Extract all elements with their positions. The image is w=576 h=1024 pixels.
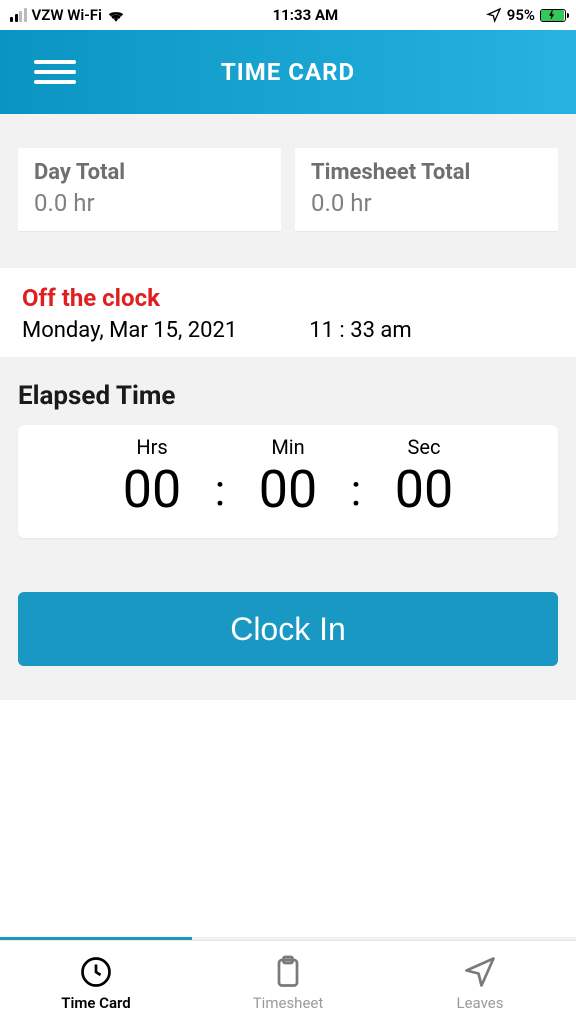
elapsed-timer-card: Hrs Min Sec 00 : 00 : 00 [18,425,558,538]
paperplane-icon [462,954,498,990]
tab-leaves[interactable]: Leaves [384,941,576,1024]
battery-icon [540,9,566,22]
time-separator: : [343,464,369,516]
bottom-nav: Time Card Timesheet Leaves [0,940,576,1024]
clipboard-icon [270,954,306,990]
signal-bars-icon [10,8,27,22]
day-total-label: Day Total [34,160,265,185]
wifi-icon [107,8,125,22]
clock-in-button[interactable]: Clock In [18,592,558,666]
sec-value: 00 [369,459,479,520]
timesheet-total-value: 0.0 hr [311,189,542,217]
status-bar: VZW Wi-Fi 11:33 AM 95% [0,0,576,30]
tab-timecard-label: Time Card [61,994,131,1012]
min-label: Min [233,435,343,459]
location-icon [486,7,502,23]
carrier-label: VZW Wi-Fi [32,6,102,24]
clock-status-label: Off the clock [22,284,554,312]
current-date: Monday, Mar 15, 2021 [22,318,237,343]
tab-timecard[interactable]: Time Card [0,941,192,1024]
statusbar-time: 11:33 AM [273,6,339,24]
app-header: TIME CARD [0,30,576,114]
tab-timesheet-label: Timesheet [253,994,324,1012]
hrs-value: 00 [97,459,207,520]
tab-leaves-label: Leaves [457,994,504,1012]
hrs-label: Hrs [97,435,207,459]
timesheet-total-card: Timesheet Total 0.0 hr [295,148,558,232]
clock-status-panel: Off the clock Monday, Mar 15, 2021 11 : … [0,268,576,357]
tab-timesheet[interactable]: Timesheet [192,941,384,1024]
clock-icon [78,954,114,990]
battery-pct: 95% [507,6,535,24]
day-total-value: 0.0 hr [34,189,265,217]
elapsed-title: Elapsed Time [18,381,558,411]
timesheet-total-label: Timesheet Total [311,160,542,185]
sec-label: Sec [369,435,479,459]
page-title: TIME CARD [0,58,576,86]
current-time: 11 : 33 am [309,318,411,343]
time-separator: : [207,464,233,516]
day-total-card: Day Total 0.0 hr [18,148,281,232]
min-value: 00 [233,459,343,520]
